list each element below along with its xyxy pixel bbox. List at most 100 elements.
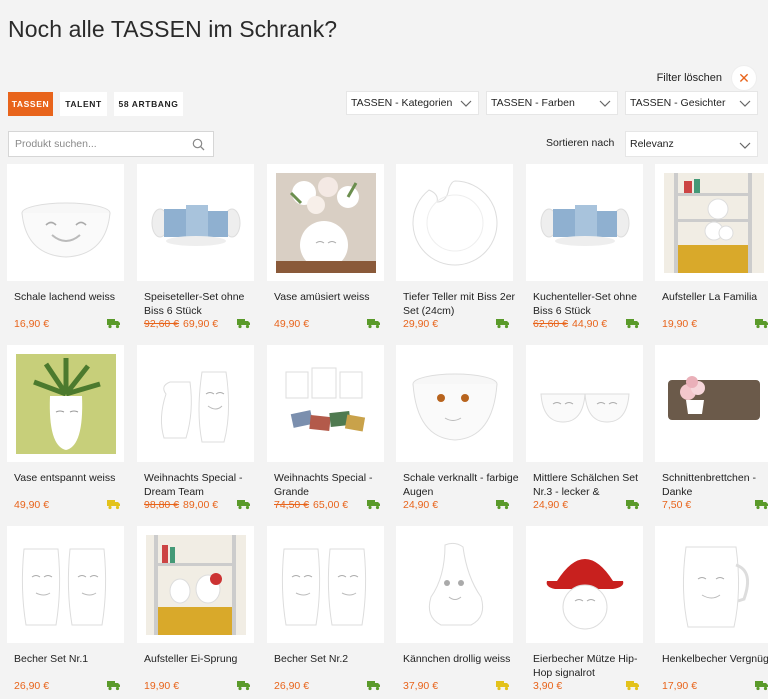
product-name[interactable]: Schale lachend weiss: [14, 290, 132, 304]
delivery-truck-icon: [626, 319, 639, 329]
delivery-truck-icon: [237, 681, 250, 691]
product-name[interactable]: Weihnachts Special - Grande: [274, 471, 392, 499]
product-price: 49,90 €: [274, 318, 309, 330]
chip-talent[interactable]: TALENT: [60, 92, 107, 116]
product-price: 24,90 €: [403, 499, 438, 511]
product-image[interactable]: [526, 526, 643, 643]
delivery-truck-icon: [237, 500, 250, 510]
product-search[interactable]: [8, 131, 214, 157]
delivery-truck-icon: [367, 681, 380, 691]
product-card[interactable]: Becher Set Nr.2 26,90 €: [267, 526, 397, 699]
product-price: 19,90 €: [144, 680, 179, 692]
dropdown-kategorien-label: TASSEN - Kategorien: [351, 97, 453, 109]
product-card[interactable]: Aufsteller La Familia 19,90 €: [655, 164, 768, 342]
delivery-truck-icon: [755, 500, 768, 510]
dropdown-kategorien[interactable]: TASSEN - Kategorien: [346, 91, 479, 115]
current-price: 49,90 €: [274, 318, 310, 330]
product-name[interactable]: Kännchen drollig weiss: [403, 652, 521, 666]
product-card[interactable]: Kännchen drollig weiss 37,90 €: [396, 526, 526, 699]
product-name[interactable]: Aufsteller La Familia: [662, 290, 768, 304]
product-card[interactable]: Henkelbecher Vergnügt 17,90 €: [655, 526, 768, 699]
product-name[interactable]: Tiefer Teller mit Biss 2er Set (24cm): [403, 290, 521, 318]
delivery-truck-icon: [626, 500, 639, 510]
close-icon[interactable]: ✕: [732, 66, 756, 90]
sort-label: Sortieren nach: [546, 137, 615, 149]
delivery-truck-icon: [107, 319, 120, 329]
product-price: 16,90 €: [14, 318, 49, 330]
product-card[interactable]: Weihnachts Special - Dream Team 98,80 €89…: [137, 345, 267, 523]
product-card[interactable]: Schale lachend weiss 16,90 €: [7, 164, 137, 342]
current-price: 65,00 €: [313, 499, 349, 511]
product-image[interactable]: [655, 164, 768, 281]
chevron-down-icon: [739, 142, 751, 149]
product-name[interactable]: Speiseteller-Set ohne Biss 6 Stück: [144, 290, 262, 318]
product-image[interactable]: [396, 164, 513, 281]
product-price: 29,90 €: [403, 318, 438, 330]
product-image[interactable]: [7, 526, 124, 643]
product-name[interactable]: Aufsteller Ei-Sprung: [144, 652, 262, 666]
product-image[interactable]: [137, 345, 254, 462]
product-card[interactable]: Speiseteller-Set ohne Biss 6 Stück 92,60 …: [137, 164, 267, 342]
current-price: 17,90 €: [662, 680, 698, 692]
product-card[interactable]: Schale verknallt - farbige Augen 24,90 €: [396, 345, 526, 523]
product-name[interactable]: Schnittenbrettchen - Danke: [662, 471, 768, 499]
product-name[interactable]: Weihnachts Special - Dream Team: [144, 471, 262, 499]
old-price: 62,60 €: [533, 318, 569, 330]
product-name[interactable]: Mittlere Schälchen Set Nr.3 - lecker &: [533, 471, 651, 499]
delivery-truck-icon: [237, 319, 250, 329]
product-card[interactable]: Schnittenbrettchen - Danke 7,50 €: [655, 345, 768, 523]
clear-filters[interactable]: Filter löschen ✕: [657, 66, 756, 90]
product-image[interactable]: [7, 164, 124, 281]
product-image[interactable]: [137, 526, 254, 643]
product-name[interactable]: Vase amüsiert weiss: [274, 290, 392, 304]
current-price: 3,90 €: [533, 680, 563, 692]
product-card[interactable]: Tiefer Teller mit Biss 2er Set (24cm) 29,…: [396, 164, 526, 342]
product-name[interactable]: Becher Set Nr.1: [14, 652, 132, 666]
dropdown-farben[interactable]: TASSEN - Farben: [486, 91, 618, 115]
product-name[interactable]: Eierbecher Mütze Hip-Hop signalrot: [533, 652, 651, 680]
product-price: 26,90 €: [274, 680, 309, 692]
chip-tassen[interactable]: TASSEN: [8, 92, 53, 116]
product-card[interactable]: Vase entspannt weiss 49,90 €: [7, 345, 137, 523]
product-card[interactable]: Weihnachts Special - Grande 74,50 €65,00 …: [267, 345, 397, 523]
chip-58-artbang[interactable]: 58 ARTBANG: [114, 92, 183, 116]
product-card[interactable]: Mittlere Schälchen Set Nr.3 - lecker & 24…: [526, 345, 656, 523]
product-image[interactable]: [396, 526, 513, 643]
product-image[interactable]: [655, 345, 768, 462]
product-name[interactable]: Vase entspannt weiss: [14, 471, 132, 485]
product-name[interactable]: Schale verknallt - farbige Augen: [403, 471, 521, 499]
search-input[interactable]: [15, 138, 185, 150]
sort-select[interactable]: Relevanz: [625, 131, 758, 157]
current-price: 49,90 €: [14, 499, 50, 511]
product-price: 3,90 €: [533, 680, 562, 692]
current-price: 69,90 €: [183, 318, 219, 330]
sort-value: Relevanz: [630, 138, 674, 150]
product-card[interactable]: Vase amüsiert weiss 49,90 €: [267, 164, 397, 342]
search-icon[interactable]: [192, 138, 205, 151]
product-name[interactable]: Henkelbecher Vergnügt: [662, 652, 768, 666]
product-image[interactable]: [267, 164, 384, 281]
chevron-down-icon: [599, 100, 611, 107]
product-card[interactable]: Becher Set Nr.1 26,90 €: [7, 526, 137, 699]
delivery-truck-icon: [496, 500, 509, 510]
product-name[interactable]: Becher Set Nr.2: [274, 652, 392, 666]
dropdown-gesichter-label: TASSEN - Gesichter: [630, 97, 726, 109]
product-card[interactable]: Eierbecher Mütze Hip-Hop signalrot 3,90 €: [526, 526, 656, 699]
product-image[interactable]: [267, 345, 384, 462]
dropdown-gesichter[interactable]: TASSEN - Gesichter: [625, 91, 758, 115]
product-image[interactable]: [7, 345, 124, 462]
delivery-truck-icon: [496, 319, 509, 329]
current-price: 44,90 €: [572, 318, 608, 330]
product-image[interactable]: [267, 526, 384, 643]
delivery-truck-icon: [107, 500, 120, 510]
product-card[interactable]: Kuchenteller-Set ohne Biss 6 Stück 62,60 …: [526, 164, 656, 342]
product-image[interactable]: [526, 345, 643, 462]
product-image[interactable]: [396, 345, 513, 462]
product-name[interactable]: Kuchenteller-Set ohne Biss 6 Stück: [533, 290, 651, 318]
current-price: 19,90 €: [662, 318, 698, 330]
product-card[interactable]: Aufsteller Ei-Sprung 19,90 €: [137, 526, 267, 699]
product-image[interactable]: [655, 526, 768, 643]
current-price: 24,90 €: [533, 499, 569, 511]
product-image[interactable]: [137, 164, 254, 281]
product-image[interactable]: [526, 164, 643, 281]
